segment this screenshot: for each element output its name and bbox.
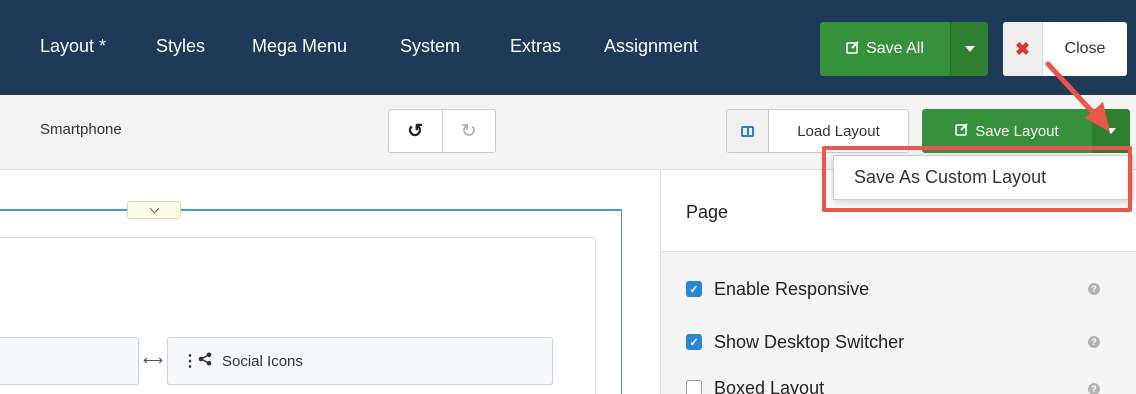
save-all-dropdown-toggle[interactable]	[950, 22, 988, 76]
nav-layout[interactable]: Layout *	[40, 36, 106, 57]
edit-icon	[955, 122, 969, 140]
help-icon[interactable]: ?	[1088, 283, 1100, 295]
redo-icon[interactable]: ↻	[443, 110, 496, 152]
help-icon[interactable]: ?	[1088, 383, 1100, 394]
nav-mega-menu[interactable]: Mega Menu	[252, 36, 347, 57]
close-button[interactable]: ✖ Close	[1003, 22, 1127, 76]
caret-down-icon	[1106, 128, 1116, 134]
caret-down-icon	[964, 46, 975, 52]
undo-redo-group: ↺ ↻	[388, 109, 496, 153]
nav-styles[interactable]: Styles	[156, 36, 205, 57]
layout-block[interactable]	[0, 337, 139, 385]
checkbox-checked-icon[interactable]: ✓	[686, 281, 702, 297]
load-layout-button[interactable]: Load Layout	[726, 109, 909, 153]
option-enable-responsive[interactable]: ✓ Enable Responsive	[686, 278, 869, 300]
option-boxed-layout[interactable]: Boxed Layout	[686, 377, 824, 394]
checkbox-checked-icon[interactable]: ✓	[686, 334, 702, 350]
section-toggle[interactable]	[127, 201, 181, 219]
nav-extras[interactable]: Extras	[510, 36, 561, 57]
device-label: Smartphone	[40, 121, 122, 138]
edit-icon	[846, 40, 860, 59]
panel-title: Page	[686, 202, 729, 222]
share-icon	[198, 352, 212, 370]
load-layout-label: Load Layout	[797, 122, 880, 140]
nav-system[interactable]: System	[400, 36, 460, 57]
option-label: Show Desktop Switcher	[714, 331, 905, 352]
checkbox-unchecked-icon[interactable]	[686, 380, 702, 394]
settings-panel: Page ✓ Enable Responsive ? ✓ Show Deskto…	[660, 171, 1136, 394]
help-icon[interactable]: ?	[1088, 336, 1100, 348]
layout-canvas: ⟷ ⋮ Social Icons	[0, 171, 660, 394]
save-all-button[interactable]: Save All	[820, 22, 950, 76]
save-layout-dropdown-toggle[interactable]	[1092, 109, 1130, 153]
close-label: Close	[1064, 40, 1106, 57]
save-layout-button[interactable]: Save Layout	[922, 109, 1092, 153]
save-as-custom-layout-item[interactable]: Save As Custom Layout	[854, 167, 1046, 188]
save-layout-dropdown-menu: Save As Custom Layout	[833, 155, 1133, 200]
option-show-desktop-switcher[interactable]: ✓ Show Desktop Switcher	[686, 331, 904, 353]
nav-assignment[interactable]: Assignment	[604, 36, 698, 57]
option-label: Boxed Layout	[714, 377, 825, 394]
top-navbar: Layout * Styles Mega Menu System Extras …	[0, 0, 1136, 95]
layout-block-social-icons[interactable]: ⋮ Social Icons	[167, 337, 553, 385]
undo-icon[interactable]: ↺	[389, 110, 443, 152]
option-label: Enable Responsive	[714, 278, 870, 299]
drag-handle-icon[interactable]: ⋮	[182, 351, 198, 371]
columns-icon	[727, 110, 769, 152]
close-icon: ✖	[1003, 22, 1043, 76]
save-all-label: Save All	[866, 40, 924, 57]
chevron-down-icon	[149, 203, 159, 213]
save-layout-label: Save Layout	[975, 122, 1059, 140]
resize-handle-icon[interactable]: ⟷	[143, 352, 163, 369]
block-label: Social Icons	[222, 352, 303, 370]
